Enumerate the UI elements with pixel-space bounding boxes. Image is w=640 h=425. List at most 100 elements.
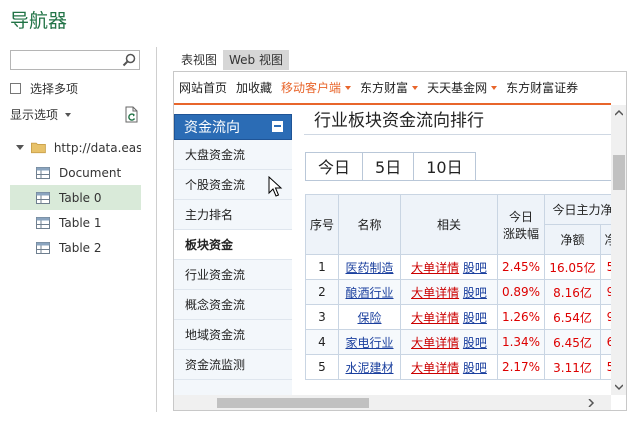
col-header-change[interactable]: 今日 涨跌幅 — [497, 194, 545, 255]
change-header-line2: 涨跌幅 — [502, 226, 539, 241]
detail-link[interactable]: 大单详情 — [411, 311, 459, 325]
tree-item-table-1[interactable]: Table 1 — [10, 210, 141, 235]
tree-item-table-0[interactable]: Table 0 — [10, 185, 141, 210]
horizontal-scrollbar[interactable] — [174, 395, 611, 410]
site-nav-mobile-client[interactable]: 移动客户端 — [281, 79, 352, 96]
menu-item-region-flow[interactable]: 地域资金流 — [174, 320, 292, 350]
forum-link[interactable]: 股吧 — [463, 261, 487, 275]
menu-item-market-flow[interactable]: 大盘资金流 — [174, 140, 292, 170]
detail-link[interactable]: 大单详情 — [411, 361, 459, 375]
tree-item-document[interactable]: Document — [10, 160, 141, 185]
table-row: 1 医药制造 大单详情 股吧 2.45% 16.05亿 5 — [305, 254, 621, 280]
site-nav-fund[interactable]: 天天基金网 — [427, 79, 498, 96]
cell-index: 4 — [305, 329, 339, 355]
sector-link[interactable]: 家电行业 — [345, 336, 393, 350]
table-icon — [36, 241, 50, 254]
site-nav-label: 加收藏 — [236, 81, 273, 95]
folder-icon — [31, 142, 46, 154]
menu-item-main-rank[interactable]: 主力排名 — [174, 200, 292, 230]
tab-5-days[interactable]: 5日 — [363, 152, 415, 181]
navigator-dialog: 导航器 选择多项 显示选项 http://data.eas... — [0, 0, 640, 425]
site-nav-label: 移动客户端 — [281, 81, 342, 95]
tree-root-node[interactable]: http://data.eas... — [10, 135, 141, 160]
display-options-dropdown[interactable]: 显示选项 — [10, 106, 72, 123]
col-header-name: 名称 — [338, 194, 401, 255]
site-nav-label: 东方财富证券 — [506, 81, 579, 95]
table-icon — [36, 216, 50, 229]
chevron-down-icon — [491, 85, 498, 90]
refresh-icon[interactable] — [124, 106, 140, 124]
cell-change: 2.17% — [497, 354, 545, 380]
menu-item-flow-monitor[interactable]: 资金流监测 — [174, 350, 292, 380]
menu-item-industry-flow[interactable]: 行业资金流 — [174, 260, 292, 290]
day-tabs: 今日 5日 10日 — [305, 152, 476, 181]
sector-link[interactable]: 保险 — [357, 311, 381, 325]
detail-link[interactable]: 大单详情 — [411, 336, 459, 350]
tree-item-label: Document — [59, 165, 122, 180]
forum-link[interactable]: 股吧 — [463, 361, 487, 375]
tree-item-label: Table 1 — [59, 215, 102, 230]
fund-flow-menu-header[interactable]: 资金流向 — [174, 114, 292, 140]
tree-item-label: Table 0 — [59, 190, 102, 205]
tabs-underline — [305, 180, 611, 181]
vertical-scrollbar[interactable] — [611, 105, 626, 395]
tab-10-days[interactable]: 10日 — [414, 152, 476, 181]
scroll-down-icon[interactable] — [615, 383, 623, 391]
scroll-right-icon[interactable] — [587, 399, 595, 407]
forum-link[interactable]: 股吧 — [463, 311, 487, 325]
sector-link[interactable]: 医药制造 — [345, 261, 393, 275]
cell-net: 16.05亿 — [544, 254, 601, 280]
fund-flow-menu: 资金流向 大盘资金流 个股资金流 主力排名 板块资金 行业资金流 概念资金流 地… — [174, 114, 292, 410]
col-header-net[interactable]: 净额 — [544, 224, 601, 255]
cell-change: 0.89% — [497, 279, 545, 305]
web-preview: 网站首页 加收藏 移动客户端 东方财富 天天基金网 东方财富证券 资金流向 大盘… — [173, 71, 627, 411]
change-header-line1: 今日 — [508, 209, 533, 224]
cell-change: 1.34% — [497, 329, 545, 355]
sector-link[interactable]: 酿酒行业 — [345, 286, 393, 300]
vertical-scroll-thumb[interactable] — [613, 155, 625, 190]
pane-divider[interactable] — [156, 47, 157, 412]
navigator-tree: http://data.eas... Document Table 0 — [10, 135, 141, 260]
multi-select-checkbox[interactable] — [10, 83, 21, 94]
view-tabs: 表视图 Web 视图 — [175, 50, 289, 70]
sector-link[interactable]: 水泥建材 — [345, 361, 393, 375]
collapse-icon[interactable] — [272, 121, 283, 132]
forum-link[interactable]: 股吧 — [463, 286, 487, 300]
site-nav-label: 东方财富 — [360, 81, 409, 95]
menu-item-sector-fund[interactable]: 板块资金 — [174, 230, 292, 260]
search-box[interactable] — [10, 50, 140, 70]
detail-link[interactable]: 大单详情 — [411, 261, 459, 275]
site-nav-bookmark[interactable]: 加收藏 — [236, 79, 272, 96]
search-icon[interactable] — [122, 53, 136, 67]
menu-item-concept-flow[interactable]: 概念资金流 — [174, 290, 292, 320]
tree-item-table-2[interactable]: Table 2 — [10, 235, 141, 260]
multi-select-option[interactable]: 选择多项 — [10, 80, 78, 97]
horizontal-scroll-thumb[interactable] — [217, 398, 369, 408]
cell-change: 2.45% — [497, 254, 545, 280]
display-options-label: 显示选项 — [10, 108, 59, 122]
cell-net: 8.16亿 — [544, 279, 601, 305]
heading-divider — [304, 134, 611, 135]
mouse-cursor-icon — [268, 176, 283, 197]
tree-root-label: http://data.eas... — [53, 140, 141, 155]
tab-web-view[interactable]: Web 视图 — [223, 50, 289, 70]
forum-link[interactable]: 股吧 — [463, 336, 487, 350]
site-nav-eastmoney[interactable]: 东方财富 — [360, 79, 419, 96]
navigator-title: 导航器 — [10, 10, 68, 32]
cell-net: 6.54亿 — [544, 304, 601, 330]
site-nav-home[interactable]: 网站首页 — [179, 79, 227, 96]
detail-link[interactable]: 大单详情 — [411, 286, 459, 300]
cell-change: 1.26% — [497, 304, 545, 330]
table-row: 4 家电行业 大单详情 股吧 1.34% 6.45亿 6 — [305, 329, 621, 355]
scroll-up-icon[interactable] — [615, 109, 623, 117]
tab-table-view[interactable]: 表视图 — [175, 50, 223, 70]
site-nav-securities[interactable]: 东方财富证券 — [506, 79, 578, 96]
cell-index: 2 — [305, 279, 339, 305]
cell-net: 6.45亿 — [544, 329, 601, 355]
search-input[interactable] — [11, 51, 119, 69]
table-row: 2 酿酒行业 大单详情 股吧 0.89% 8.16亿 9 — [305, 279, 621, 305]
site-nav-bar: 网站首页 加收藏 移动客户端 东方财富 天天基金网 东方财富证券 — [174, 72, 611, 105]
table-row: 5 水泥建材 大单详情 股吧 2.17% 3.11亿 5 — [305, 354, 621, 380]
expand-icon[interactable] — [16, 145, 24, 150]
tab-today[interactable]: 今日 — [305, 152, 364, 181]
